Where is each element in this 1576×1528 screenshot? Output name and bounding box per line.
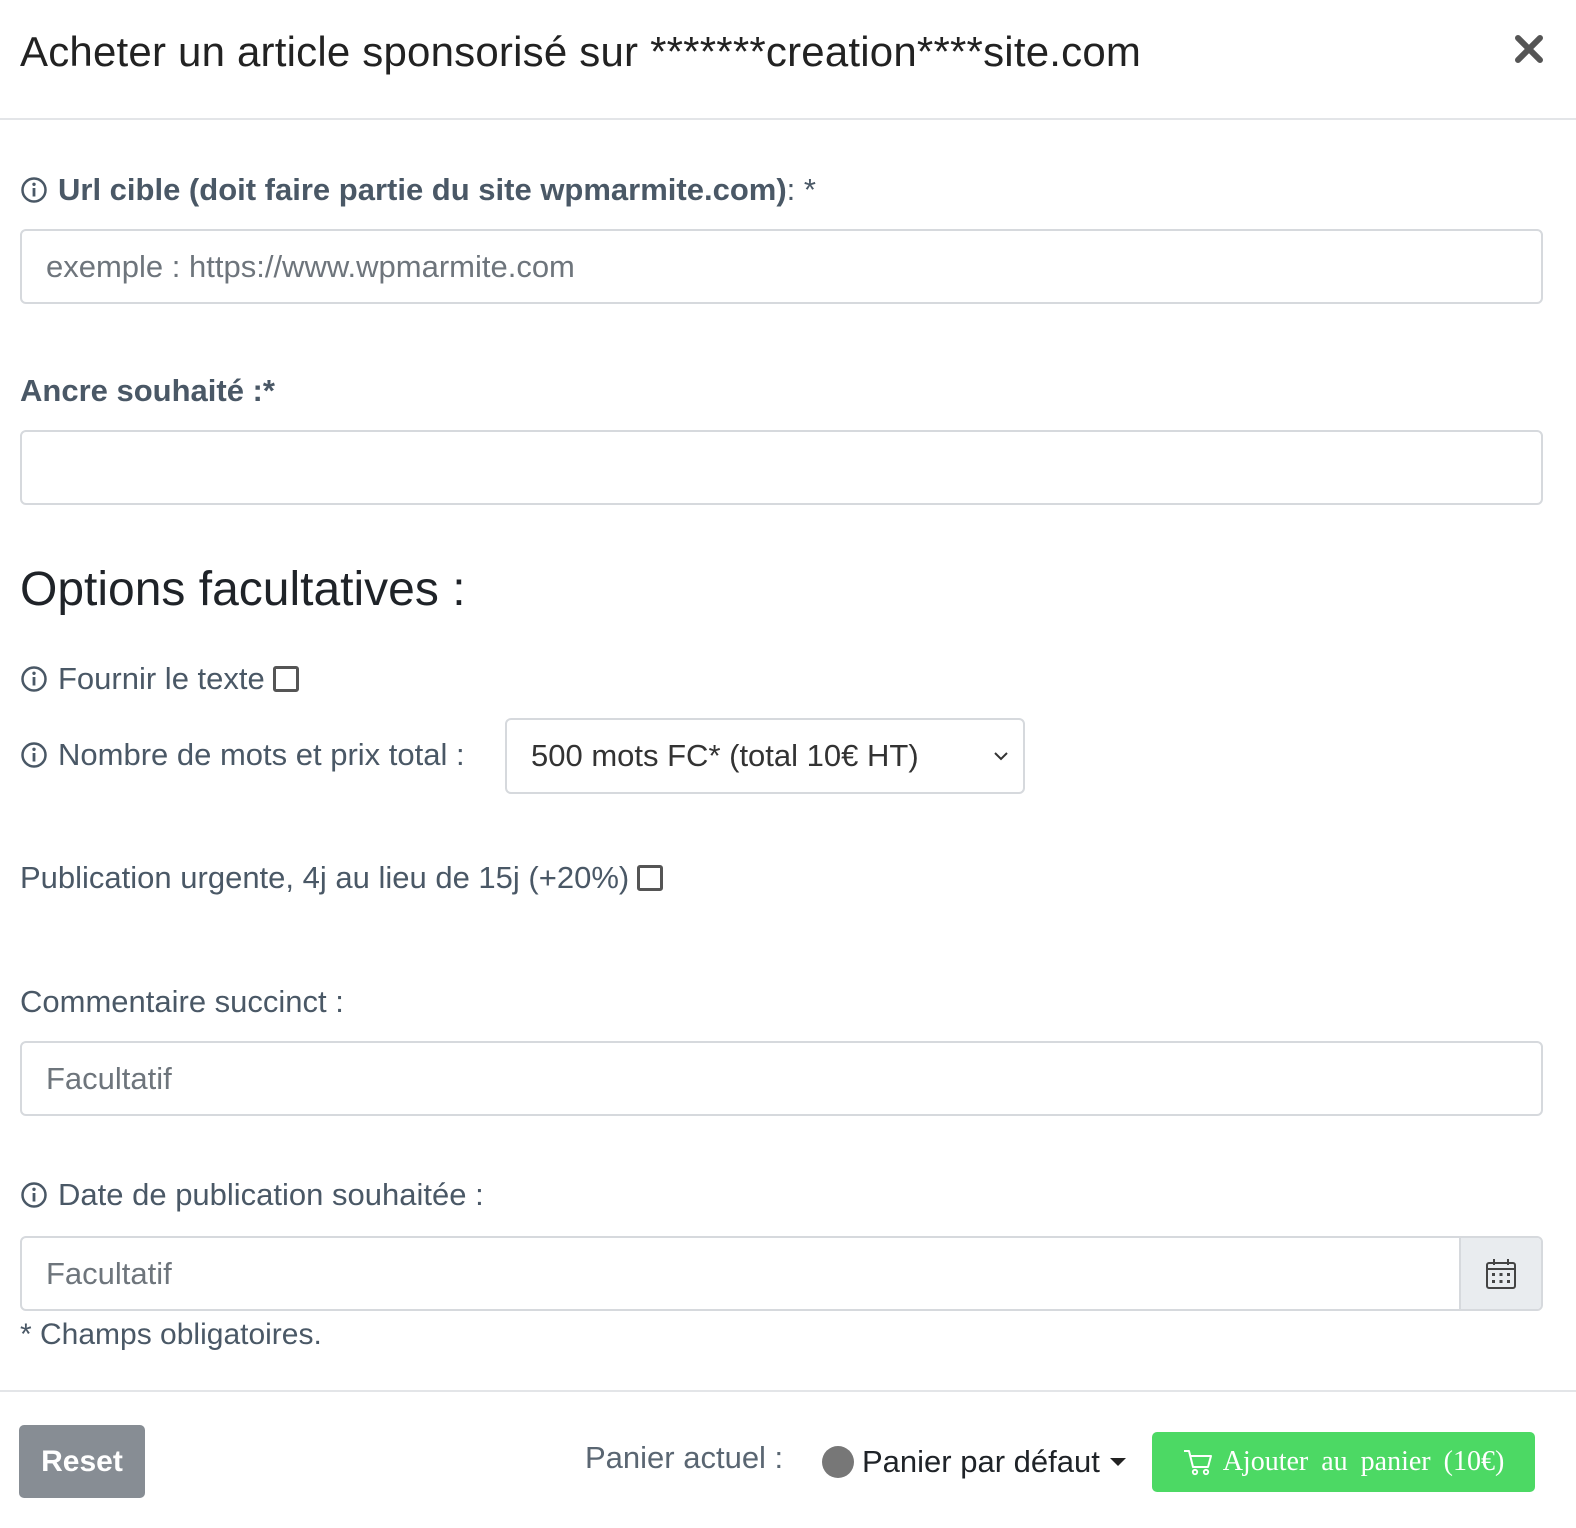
urgent-checkbox[interactable] (637, 865, 664, 891)
comment-label-text: Commentaire succinct : (20, 984, 344, 1019)
reset-button[interactable]: Reset (19, 1425, 145, 1498)
anchor-label: Ancre souhaité : * (20, 373, 275, 409)
anchor-label-text: Ancre souhaité : (20, 373, 263, 408)
cart-dot-icon (822, 1446, 854, 1478)
close-icon (1515, 35, 1543, 63)
url-label: Url cible (doit faire partie du site wpm… (20, 172, 816, 208)
date-label: Date de publication souhaitée : (20, 1177, 484, 1213)
cart-label: Panier actuel : (585, 1440, 784, 1475)
cart-dropdown[interactable]: Panier par défaut (822, 1442, 1126, 1482)
chevron-down-icon (994, 752, 1008, 761)
anchor-label-required: * (262, 373, 275, 408)
provide-text-row: Fournir le texte (20, 661, 299, 697)
urgent-row: Publication urgente, 4j au lieu de 15j (… (20, 860, 664, 896)
url-label-required: : * (786, 172, 816, 207)
provide-text-label: Fournir le texte (58, 661, 265, 696)
info-icon[interactable] (20, 176, 48, 204)
calendar-button[interactable] (1459, 1238, 1541, 1309)
anchor-input[interactable] (20, 430, 1543, 505)
url-input[interactable] (20, 229, 1543, 304)
cart-icon (1183, 1450, 1212, 1476)
url-label-text: Url cible (doit faire partie du site wpm… (58, 172, 787, 207)
modal-header: Acheter un article sponsorisé sur ******… (0, 0, 1576, 120)
date-input[interactable] (22, 1238, 1462, 1309)
urgent-label: Publication urgente, 4j au lieu de 15j (… (20, 860, 630, 895)
info-icon[interactable] (20, 1181, 48, 1209)
word-count-selected: 500 mots FC* (total 10€ HT) (531, 738, 919, 773)
date-label-text: Date de publication souhaitée : (58, 1177, 484, 1212)
required-note: * Champs obligatoires. (20, 1318, 322, 1351)
cart-selected: Panier par défaut (862, 1444, 1100, 1479)
info-icon[interactable] (20, 665, 48, 693)
word-count-select[interactable]: 500 mots FC* (total 10€ HT) (505, 718, 1025, 794)
close-button[interactable] (1512, 32, 1546, 66)
comment-input[interactable] (20, 1041, 1543, 1116)
word-count-row: Nombre de mots et prix total : (20, 737, 465, 773)
calendar-icon (1486, 1258, 1516, 1289)
modal-title: Acheter un article sponsorisé sur ******… (20, 28, 1142, 75)
info-icon[interactable] (20, 741, 48, 769)
add-to-cart-label: Ajouter au panier (10€) (1222, 1446, 1505, 1477)
date-field (20, 1236, 1543, 1311)
comment-label: Commentaire succinct : (20, 984, 344, 1020)
provide-text-checkbox[interactable] (272, 666, 299, 692)
word-count-label: Nombre de mots et prix total : (58, 737, 465, 772)
add-to-cart-button[interactable]: Ajouter au panier (10€) (1152, 1432, 1535, 1492)
options-title: Options facultatives : (20, 563, 466, 616)
caret-down-icon (1109, 1458, 1126, 1466)
